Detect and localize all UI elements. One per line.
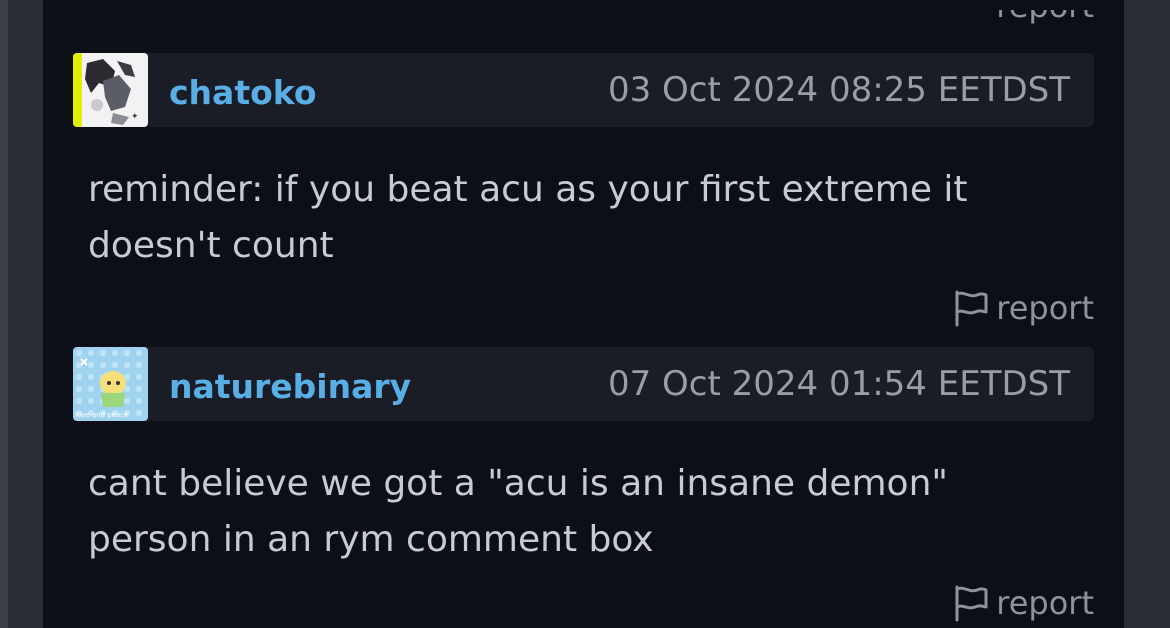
report-button[interactable]: report — [952, 288, 1094, 328]
comments-panel: report ✦ chatoko 03 Oct 2024 08:25 EETDS… — [43, 0, 1124, 628]
flag-icon — [955, 290, 988, 327]
username[interactable]: chatoko — [169, 73, 317, 113]
svg-text:✦: ✦ — [131, 112, 139, 122]
username[interactable]: naturebinary — [169, 367, 411, 407]
avatar[interactable]: ✦ — [73, 53, 148, 127]
comment-line: doesn't count — [88, 225, 334, 266]
report-button[interactable]: report — [952, 583, 1094, 623]
timestamp: 07 Oct 2024 01:54 EETDST — [607, 364, 1070, 404]
comment-line: cant believe we got a "acu is an insane … — [88, 463, 948, 504]
avatar-caption: love and peace — [75, 411, 129, 419]
comment-text: cant believe we got a "acu is an insane … — [88, 456, 1068, 568]
previous-report-link[interactable]: report — [996, 10, 1094, 26]
flag-icon — [955, 585, 988, 622]
comment-header: ✦ chatoko 03 Oct 2024 08:25 EETDST — [73, 53, 1094, 127]
report-label: report — [996, 584, 1094, 622]
comment-header: love and peace naturebinary 07 Oct 2024 … — [73, 347, 1094, 421]
avatar[interactable]: love and peace — [73, 347, 148, 421]
window-edge — [0, 0, 8, 628]
comment-text: reminder: if you beat acu as your first … — [88, 162, 1068, 274]
comment-line: reminder: if you beat acu as your first … — [88, 169, 968, 210]
report-label: report — [996, 289, 1094, 327]
comment-line: person in an rym comment box — [88, 519, 654, 560]
timestamp: 03 Oct 2024 08:25 EETDST — [607, 70, 1070, 110]
